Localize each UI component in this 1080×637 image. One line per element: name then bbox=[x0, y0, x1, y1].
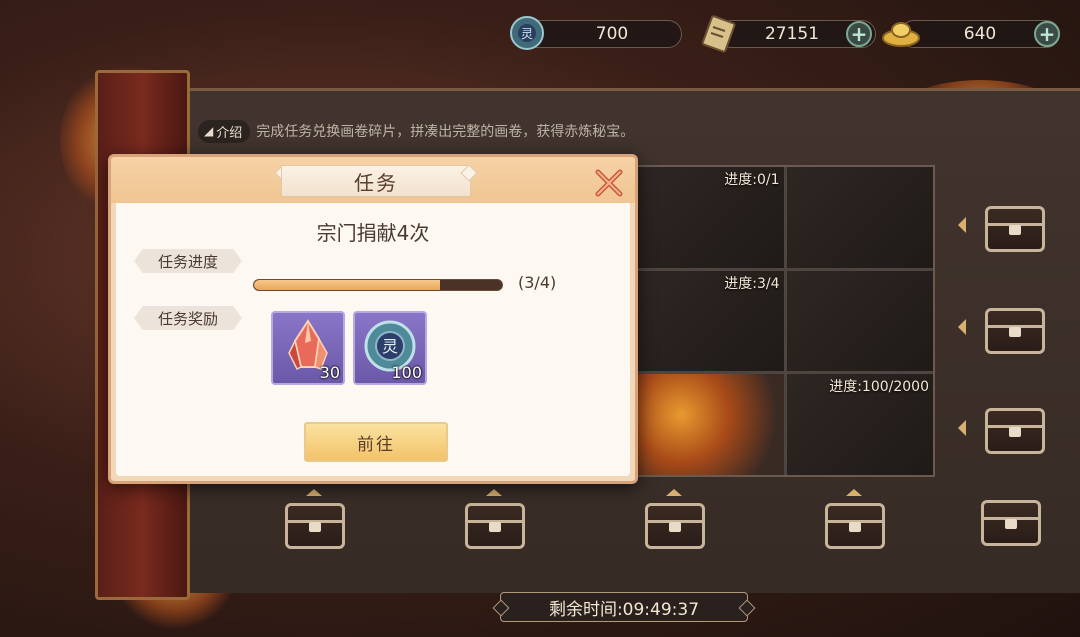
intro-text: 完成任务兑换画卷碎片，拼凑出完整的画卷，获得赤炼秘宝。 bbox=[256, 124, 635, 140]
progress-text: (3/4) bbox=[518, 273, 557, 292]
add-gold-button[interactable]: + bbox=[1034, 21, 1060, 47]
add-ticket-button[interactable]: + bbox=[846, 21, 872, 47]
column-reward-chest[interactable] bbox=[645, 503, 705, 549]
arrow-up-icon bbox=[846, 489, 862, 496]
close-button[interactable] bbox=[589, 163, 629, 203]
dialog-body: 宗门捐献4次 任务进度 (3/4) 任务奖励 30 灵 100 前往 bbox=[116, 203, 630, 476]
puzzle-piece[interactable] bbox=[786, 167, 933, 268]
task-progress-bar bbox=[253, 279, 503, 291]
reward-count: 100 bbox=[391, 363, 422, 382]
piece-progress: 进度:3/4 bbox=[724, 275, 780, 292]
puzzle-piece[interactable]: 进度:100/2000 bbox=[786, 374, 933, 475]
arrow-up-icon bbox=[666, 489, 682, 496]
remaining-time: 剩余时间:09:49:37 bbox=[500, 592, 748, 622]
reward-item[interactable]: 30 bbox=[271, 311, 345, 385]
puzzle-piece[interactable]: 进度:3/4 bbox=[637, 270, 784, 372]
lock-icon bbox=[1009, 327, 1021, 337]
svg-text:灵: 灵 bbox=[382, 337, 398, 356]
arrow-up-icon bbox=[486, 489, 502, 496]
row-reward-chest[interactable] bbox=[985, 308, 1045, 354]
arrow-left-icon bbox=[958, 319, 966, 335]
lock-icon bbox=[489, 522, 501, 532]
intro-tag: ◢ 介绍 bbox=[198, 119, 251, 143]
piece-progress: 进度:100/2000 bbox=[829, 379, 929, 396]
lock-icon bbox=[669, 522, 681, 532]
task-dialog: 任务 宗门捐献4次 任务进度 (3/4) 任务奖励 30 灵 100 前往 bbox=[108, 154, 638, 484]
puzzle-grid: 进度:0/1 进度:3/4 进度:100/2000 bbox=[635, 165, 935, 477]
dialog-title: 任务 bbox=[281, 165, 471, 197]
column-reward-chest[interactable] bbox=[285, 503, 345, 549]
gold-ingot-icon bbox=[880, 12, 922, 54]
puzzle-piece[interactable] bbox=[786, 270, 933, 372]
reward-item[interactable]: 灵 100 bbox=[353, 311, 427, 385]
dialog-header: 任务 bbox=[111, 157, 635, 203]
lock-icon bbox=[1009, 225, 1021, 235]
go-button[interactable]: 前往 bbox=[304, 422, 448, 462]
puzzle-piece[interactable]: 进度:0/1 bbox=[637, 167, 784, 268]
piece-progress: 进度:0/1 bbox=[724, 172, 780, 188]
fan-icon: ◢ bbox=[204, 124, 214, 138]
svg-text:灵: 灵 bbox=[521, 27, 533, 41]
arrow-up-icon bbox=[306, 489, 322, 496]
task-name: 宗门捐献4次 bbox=[316, 221, 430, 245]
row-reward-chest[interactable] bbox=[985, 408, 1045, 454]
row-reward-chest[interactable] bbox=[985, 206, 1045, 252]
lock-icon bbox=[1009, 427, 1021, 437]
jade-token-icon: 灵 bbox=[506, 12, 548, 54]
reward-count: 30 bbox=[319, 363, 340, 382]
lock-icon bbox=[1005, 519, 1017, 529]
progress-label: 任务进度 bbox=[134, 249, 242, 273]
column-reward-chest[interactable] bbox=[825, 503, 885, 549]
reward-label: 任务奖励 bbox=[134, 306, 242, 330]
lock-icon bbox=[849, 522, 861, 532]
final-reward-chest[interactable] bbox=[981, 500, 1041, 546]
progress-fill bbox=[254, 280, 440, 290]
arrow-left-icon bbox=[958, 217, 966, 233]
lock-icon bbox=[309, 522, 321, 532]
intro-bar: ◢ 介绍 完成任务兑换画卷碎片，拼凑出完整的画卷，获得赤炼秘宝。 bbox=[198, 118, 634, 144]
close-icon bbox=[595, 169, 623, 197]
column-reward-chest[interactable] bbox=[465, 503, 525, 549]
puzzle-piece[interactable] bbox=[637, 374, 784, 475]
scroll-ticket-icon bbox=[698, 12, 740, 54]
arrow-left-icon bbox=[958, 420, 966, 436]
